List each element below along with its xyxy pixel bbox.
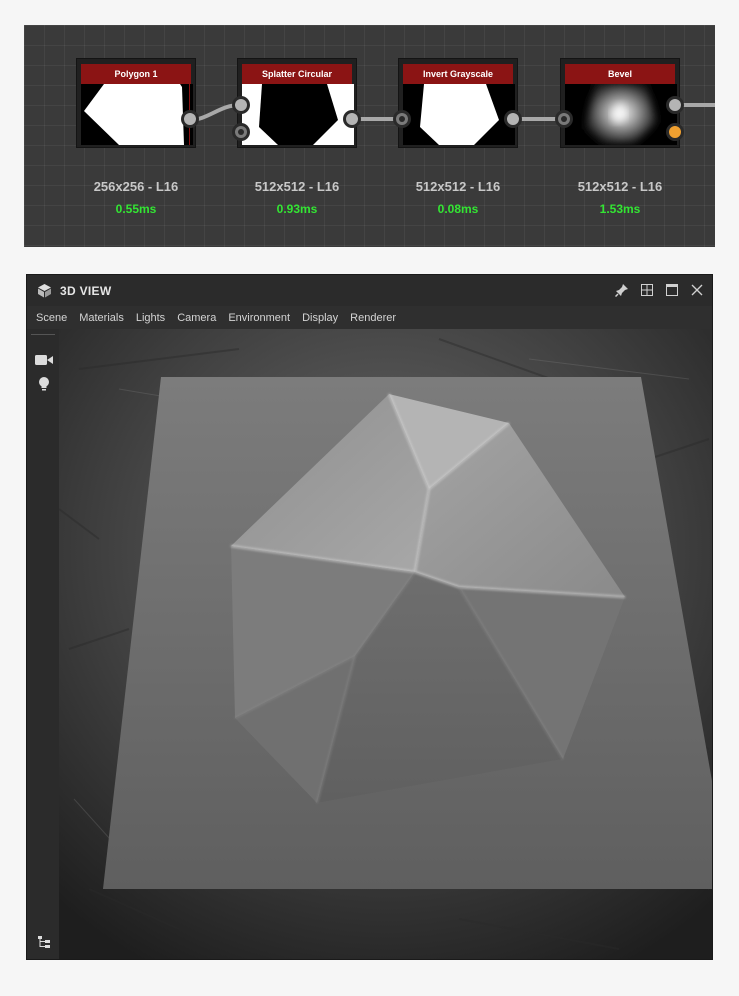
- menu-materials[interactable]: Materials: [79, 312, 124, 324]
- node-resolution: 256x256 - L16: [93, 179, 179, 194]
- node-compute-time: 0.55ms: [115, 202, 157, 216]
- node-compute-time: 0.93ms: [276, 202, 318, 216]
- split-layout-icon[interactable]: [639, 282, 655, 298]
- menu-display[interactable]: Display: [302, 312, 338, 324]
- input-port[interactable]: [555, 110, 573, 128]
- panel-titlebar[interactable]: 3D VIEW: [27, 275, 712, 306]
- node-resolution: 512x512 - L16: [415, 179, 501, 194]
- menu-camera[interactable]: Camera: [177, 312, 216, 324]
- menu-environment[interactable]: Environment: [228, 312, 290, 324]
- toolbar-divider: [31, 334, 55, 335]
- output-port[interactable]: [343, 110, 361, 128]
- pin-icon[interactable]: [614, 282, 630, 298]
- menu-renderer[interactable]: Renderer: [350, 312, 396, 324]
- scene-tree-icon[interactable]: [31, 931, 57, 953]
- close-icon[interactable]: [689, 282, 705, 298]
- menu-lights[interactable]: Lights: [136, 312, 165, 324]
- maximize-icon[interactable]: [664, 282, 680, 298]
- output-port[interactable]: [666, 96, 684, 114]
- output-port[interactable]: [504, 110, 522, 128]
- output-port-orange[interactable]: [666, 123, 684, 141]
- node-resolution: 512x512 - L16: [577, 179, 663, 194]
- output-port[interactable]: [181, 110, 199, 128]
- viewport-render: [59, 329, 712, 959]
- light-bulb-icon[interactable]: [31, 373, 57, 395]
- node-compute-time: 1.53ms: [599, 202, 641, 216]
- node-graph-panel[interactable]: Polygon 1 Splatter Circular Invert Grays…: [24, 25, 715, 247]
- node-resolution: 512x512 - L16: [254, 179, 340, 194]
- input-port[interactable]: [232, 123, 250, 141]
- video-camera-icon[interactable]: [31, 349, 57, 371]
- viewport-toolbar: [27, 329, 59, 959]
- panel-menubar: Scene Materials Lights Camera Environmen…: [27, 306, 712, 329]
- input-port[interactable]: [393, 110, 411, 128]
- 3d-viewport[interactable]: [59, 329, 712, 959]
- panel-title: 3D VIEW: [60, 284, 112, 298]
- node-compute-time: 0.08ms: [437, 202, 479, 216]
- input-port[interactable]: [232, 96, 250, 114]
- cube-icon: [37, 283, 52, 303]
- menu-scene[interactable]: Scene: [36, 312, 67, 324]
- 3d-view-panel: 3D VIEW Scene Materials Lights Camera En…: [26, 274, 713, 960]
